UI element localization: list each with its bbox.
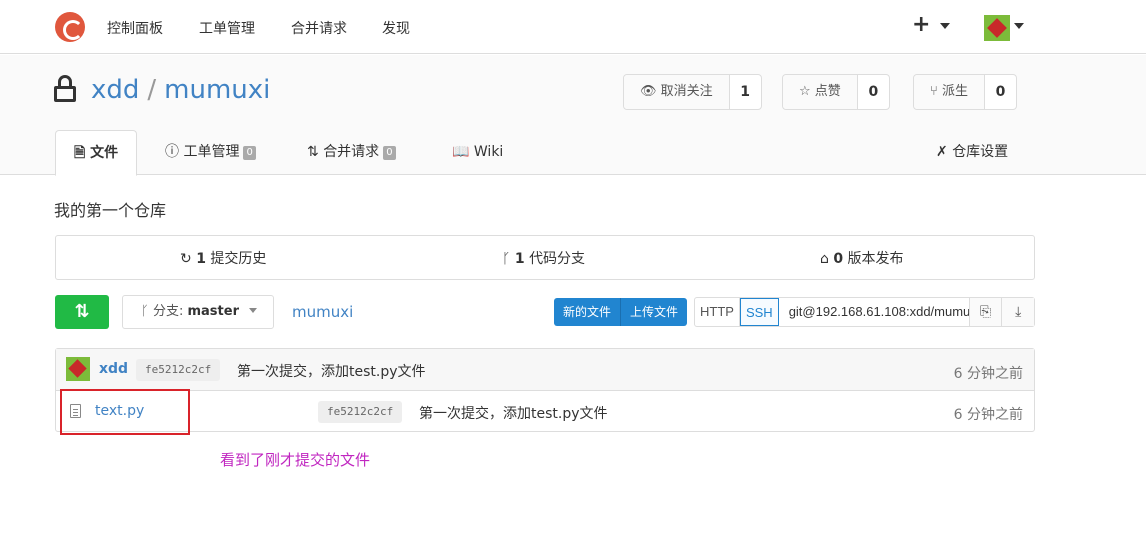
- commits-link[interactable]: ↻ 1 提交历史: [180, 248, 266, 268]
- tools-icon: ✗: [936, 144, 948, 160]
- annotation-text: 看到了刚才提交的文件: [220, 451, 371, 469]
- releases-link[interactable]: ⌂ 0 版本发布: [820, 248, 904, 268]
- star-button-group[interactable]: ☆ 点赞 0: [782, 74, 890, 110]
- avatar[interactable]: [984, 15, 1010, 41]
- repo-owner-link[interactable]: xdd: [91, 75, 139, 105]
- fork-count[interactable]: 0: [985, 75, 1016, 109]
- unwatch-button[interactable]: 👁 取消关注: [624, 75, 730, 109]
- latest-commit-row: xdd fe5212c2cf 第一次提交，添加test.py文件 6 分钟之前: [56, 349, 1034, 391]
- eye-icon: 👁: [640, 84, 657, 99]
- tab-settings[interactable]: ✗ 仓库设置: [936, 130, 1008, 175]
- branches-link[interactable]: ᚴ 1 代码分支: [502, 248, 585, 268]
- fork-button[interactable]: ⑂ 派生: [914, 75, 985, 109]
- file-commit-sha[interactable]: fe5212c2cf: [318, 401, 403, 423]
- repo-tabs: 🗎 文件 ⓘ 工单管理 0 ⇅ 合并请求 0 📖 Wiki ✗ 仓库设置: [0, 130, 1146, 176]
- nav-issues[interactable]: 工单管理: [199, 18, 255, 38]
- upload-file-button[interactable]: 上传文件: [620, 298, 688, 326]
- clone-url-input[interactable]: git@192.168.61.108:xdd/mumuxi.git: [779, 298, 969, 326]
- nav-dashboard[interactable]: 控制面板: [107, 18, 163, 38]
- nav-explore[interactable]: 发现: [382, 18, 410, 38]
- file-commit-time: 6 分钟之前: [953, 407, 1023, 423]
- chevron-down-icon[interactable]: [1014, 23, 1024, 29]
- repo-description: 我的第一个仓库: [54, 201, 167, 220]
- branch-icon: ᚴ: [141, 304, 149, 319]
- commit-sha[interactable]: fe5212c2cf: [136, 359, 221, 381]
- pulls-count-badge: 0: [383, 146, 396, 160]
- sync-icon: ⇅: [74, 301, 90, 322]
- branch-icon: ᚴ: [502, 251, 511, 267]
- commit-time: 6 分钟之前: [953, 366, 1023, 382]
- repo-title: xdd / mumuxi: [91, 75, 270, 105]
- fork-icon: ⑂: [930, 84, 938, 99]
- file-action-buttons: 新的文件 上传文件: [554, 298, 688, 326]
- history-icon: ↻: [180, 251, 192, 267]
- branch-dropdown[interactable]: ᚴ 分支: master: [122, 295, 274, 329]
- nav-pulls[interactable]: 合并请求: [291, 18, 347, 38]
- issue-icon: ⓘ: [165, 144, 179, 160]
- issues-count-badge: 0: [243, 146, 256, 160]
- commit-author[interactable]: xdd: [99, 361, 128, 377]
- file-table: xdd fe5212c2cf 第一次提交，添加test.py文件 6 分钟之前 …: [55, 348, 1035, 432]
- ssh-button[interactable]: SSH: [739, 298, 779, 326]
- chevron-down-icon: [249, 308, 258, 313]
- repo-stats-bar: ↻ 1 提交历史 ᚴ 1 代码分支 ⌂ 0 版本发布: [55, 235, 1035, 280]
- tab-wiki[interactable]: 📖 Wiki: [452, 130, 503, 175]
- title-separator: /: [147, 75, 157, 105]
- compare-button[interactable]: ⇅: [55, 295, 109, 329]
- path-breadcrumb[interactable]: mumuxi: [292, 303, 353, 321]
- watch-button-group[interactable]: 👁 取消关注 1: [623, 74, 762, 110]
- pull-request-icon: ⇅: [307, 144, 319, 160]
- new-file-button[interactable]: 新的文件: [554, 298, 621, 326]
- star-count[interactable]: 0: [858, 75, 889, 109]
- fork-button-group[interactable]: ⑂ 派生 0: [913, 74, 1017, 110]
- star-icon: ☆: [799, 84, 811, 99]
- book-icon: 📖: [452, 144, 470, 160]
- branch-name: master: [187, 304, 239, 319]
- chevron-down-icon[interactable]: [940, 23, 950, 29]
- watch-count[interactable]: 1: [730, 75, 761, 109]
- commit-message: 第一次提交，添加test.py文件: [237, 364, 426, 380]
- avatar[interactable]: [66, 357, 90, 381]
- tag-icon: ⌂: [820, 251, 829, 267]
- repo-header: xdd / mumuxi 👁 取消关注 1 ☆ 点赞 0 ⑂ 派生 0 🗎 文件 ⓘ…: [0, 55, 1146, 176]
- file-text-icon: 🗎: [74, 145, 86, 161]
- tab-issues[interactable]: ⓘ 工单管理 0: [165, 130, 256, 175]
- tab-files[interactable]: 🗎 文件: [55, 130, 138, 176]
- plus-icon[interactable]: +: [912, 12, 930, 37]
- clone-url-bar: HTTP SSH git@192.168.61.108:xdd/mumuxi.g…: [694, 297, 1035, 327]
- top-navbar: 控制面板 工单管理 合并请求 发现 +: [0, 0, 1146, 54]
- http-button[interactable]: HTTP: [695, 298, 740, 326]
- file-commit-message[interactable]: 第一次提交，添加test.py文件: [419, 403, 608, 423]
- gogs-logo-icon[interactable]: [55, 12, 85, 42]
- download-icon[interactable]: ⤓: [1001, 298, 1034, 326]
- lock-icon: [54, 75, 76, 103]
- repo-name-link[interactable]: mumuxi: [164, 75, 270, 105]
- copy-icon[interactable]: ⎘: [968, 298, 1002, 326]
- highlight-box: [60, 389, 190, 435]
- star-button[interactable]: ☆ 点赞: [783, 75, 858, 109]
- tab-pulls[interactable]: ⇅ 合并请求 0: [307, 130, 396, 175]
